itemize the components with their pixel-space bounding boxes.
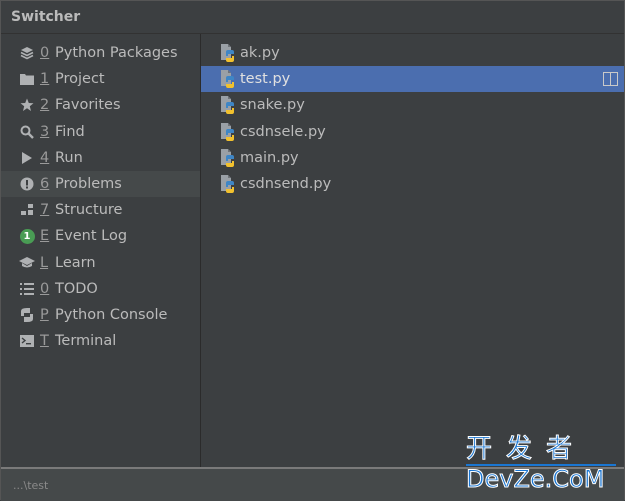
file-name: snake.py (240, 97, 305, 114)
mnemonic: 0 (40, 45, 50, 62)
star-icon (18, 98, 36, 112)
tool-window-label: Run (55, 149, 83, 166)
tool-window-structure[interactable]: 7 Structure (1, 197, 200, 223)
file-name: ak.py (240, 45, 280, 62)
tool-window-label: Terminal (55, 333, 117, 350)
tool-window-label: Problems (55, 176, 122, 193)
file-path: ...\test (13, 479, 49, 492)
search-icon (18, 125, 36, 139)
mnemonic: 1 (40, 71, 50, 88)
tool-window-list: 0 Python Packages 1 Project 2 Favorites 3 Find 4… (1, 34, 201, 472)
python-file-icon (219, 69, 237, 89)
tool-window-label: Python Packages (55, 45, 178, 62)
tool-window-label: Find (55, 123, 85, 140)
python-file-icon (219, 122, 237, 142)
file-name: test.py (240, 71, 291, 88)
python-file-icon (219, 43, 237, 63)
play-icon (18, 151, 36, 164)
mnemonic: L (40, 254, 49, 271)
python-file-icon (219, 148, 237, 168)
tool-window-favorites[interactable]: 2 Favorites (1, 92, 200, 118)
tool-window-problems[interactable]: 6 Problems (1, 170, 200, 198)
python-file-icon (219, 95, 237, 115)
tool-window-label: Python Console (55, 306, 168, 323)
tool-window-run[interactable]: 4 Run (1, 145, 200, 171)
open-in-split-icon[interactable] (603, 72, 618, 87)
file-item[interactable]: test.py (201, 66, 624, 93)
window-title: Switcher (11, 9, 81, 25)
file-name: main.py (240, 149, 299, 166)
title-bar: Switcher (1, 1, 624, 34)
tool-window-label: Learn (55, 254, 96, 271)
graduation-cap-icon (18, 256, 36, 269)
python-icon (18, 307, 36, 322)
tool-window-label: Event Log (55, 228, 128, 245)
tool-window-project[interactable]: 1 Project (1, 66, 200, 92)
file-item[interactable]: ak.py (201, 40, 624, 66)
file-name: csdnsele.py (240, 123, 326, 140)
mnemonic: E (40, 228, 50, 245)
tool-window-python-packages[interactable]: 0 Python Packages (1, 40, 200, 66)
mnemonic: 0 (40, 280, 50, 297)
tool-window-todo[interactable]: 0 TODO (1, 276, 200, 302)
mnemonic: 7 (40, 202, 50, 219)
file-item[interactable]: snake.py (201, 92, 624, 118)
structure-icon (18, 203, 36, 217)
status-bar: ...\test (1, 467, 624, 501)
mnemonic: P (40, 306, 49, 323)
file-item[interactable]: main.py (201, 145, 624, 171)
tool-window-event-log[interactable]: 1 E Event Log (1, 223, 200, 249)
layers-icon (18, 46, 36, 60)
switcher-window: Switcher 0 Python Packages 1 Project 2 Favori… (0, 0, 625, 501)
tool-window-label: Project (55, 71, 105, 88)
mnemonic: 4 (40, 149, 50, 166)
list-icon (18, 282, 36, 295)
python-file-icon (219, 174, 237, 194)
mnemonic: 3 (40, 123, 50, 140)
tool-window-python-console[interactable]: P Python Console (1, 302, 200, 328)
file-name: csdnsend.py (240, 176, 332, 193)
tool-window-label: Favorites (55, 97, 121, 114)
tool-window-learn[interactable]: L Learn (1, 250, 200, 276)
tool-window-terminal[interactable]: T Terminal (1, 328, 200, 354)
folder-icon (18, 73, 36, 86)
tool-window-label: Structure (55, 202, 123, 219)
mnemonic: 6 (40, 176, 50, 193)
warning-icon (18, 177, 36, 191)
notification-badge: 1 (19, 228, 35, 244)
event-log-badge-icon: 1 (18, 228, 36, 244)
terminal-icon (18, 335, 36, 348)
mnemonic: T (40, 333, 49, 350)
file-item[interactable]: csdnsele.py (201, 119, 624, 145)
recent-files-list: ak.py test.py snake.py csdnsele.py main.py cs… (201, 34, 624, 472)
mnemonic: 2 (40, 97, 50, 114)
tool-window-find[interactable]: 3 Find (1, 119, 200, 145)
tool-window-label: TODO (55, 280, 98, 297)
file-item[interactable]: csdnsend.py (201, 171, 624, 197)
